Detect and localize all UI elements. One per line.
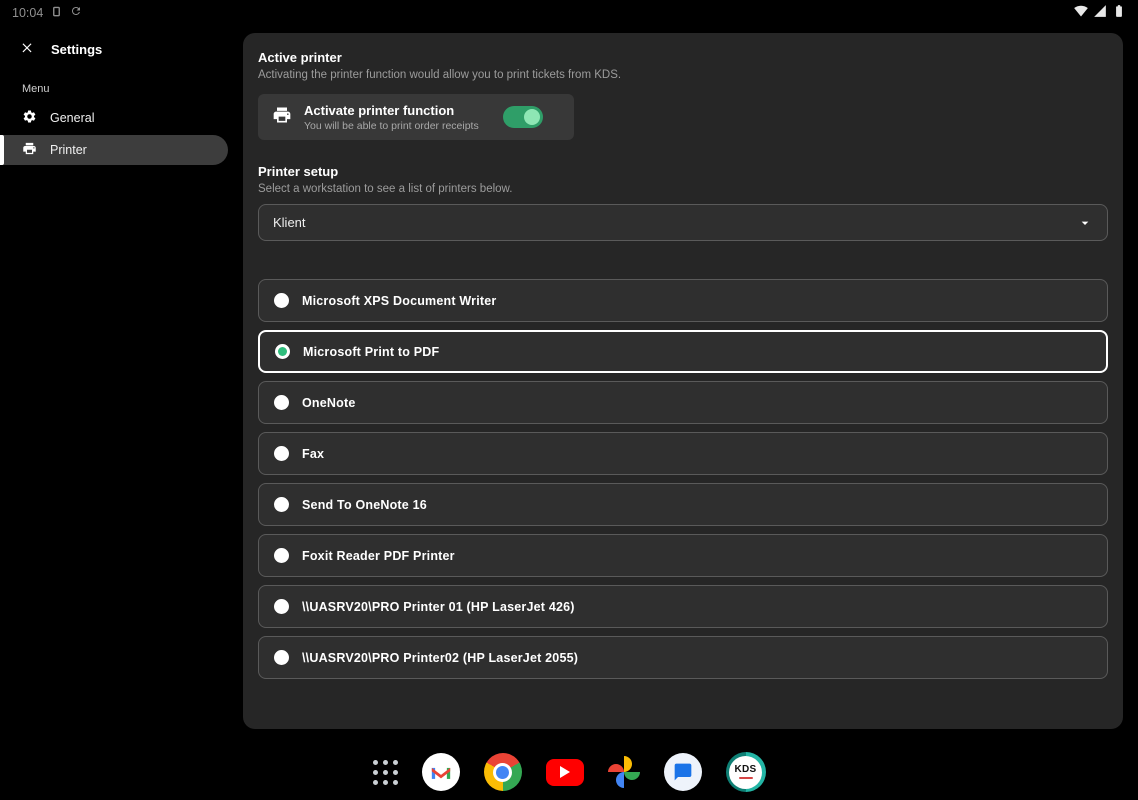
printer-list: Microsoft XPS Document Writer Microsoft … bbox=[258, 279, 1108, 679]
radio-icon bbox=[274, 497, 289, 512]
sidebar-item-label: General bbox=[50, 111, 95, 125]
printer-name: OneNote bbox=[302, 395, 356, 410]
radio-icon bbox=[274, 650, 289, 665]
radio-icon bbox=[274, 548, 289, 563]
printer-setup-title: Printer setup bbox=[258, 164, 339, 179]
radio-icon bbox=[275, 344, 290, 359]
printer-name: Send To OneNote 16 bbox=[302, 497, 427, 512]
tablet-screen: 10:04 Settings Menu General Printer Acti… bbox=[0, 0, 1138, 800]
wifi-icon bbox=[1074, 4, 1088, 23]
printer-settings-card: Active printer Activating the printer fu… bbox=[243, 33, 1123, 729]
printer-name: Foxit Reader PDF Printer bbox=[302, 548, 455, 563]
clock: 10:04 bbox=[12, 6, 44, 20]
printer-name: Microsoft Print to PDF bbox=[303, 344, 440, 359]
sidebar-item-printer[interactable]: Printer bbox=[0, 135, 228, 165]
sync-notification-icon bbox=[70, 4, 82, 22]
battery-icon bbox=[1112, 4, 1126, 23]
printer-icon bbox=[272, 105, 292, 130]
active-printer-title: Active printer bbox=[258, 50, 342, 65]
settings-sidebar: Settings Menu General Printer bbox=[0, 26, 232, 744]
sidebar-header: Settings bbox=[0, 26, 232, 59]
workstation-dropdown[interactable]: Klient bbox=[258, 204, 1108, 241]
sidebar-item-label: Printer bbox=[50, 143, 87, 157]
kds-app-subtext bbox=[738, 776, 753, 780]
printer-row[interactable]: Microsoft Print to PDF bbox=[258, 330, 1108, 373]
printer-function-toggle[interactable] bbox=[502, 106, 543, 128]
cellular-signal-icon bbox=[1093, 4, 1107, 23]
gmail-icon[interactable] bbox=[421, 753, 460, 791]
radio-icon bbox=[274, 599, 289, 614]
activate-printer-title: Activate printer function bbox=[304, 102, 455, 118]
kds-app-icon[interactable]: KDS bbox=[725, 752, 766, 792]
printer-name: Microsoft XPS Document Writer bbox=[302, 293, 497, 308]
photos-icon[interactable] bbox=[607, 756, 640, 788]
app-drawer-icon[interactable] bbox=[372, 759, 398, 785]
chrome-icon[interactable] bbox=[483, 753, 522, 791]
device-notification-icon bbox=[51, 4, 62, 22]
toggle-knob bbox=[523, 109, 540, 125]
printer-row[interactable]: Microsoft XPS Document Writer bbox=[258, 279, 1108, 322]
printer-row[interactable]: Send To OneNote 16 bbox=[258, 483, 1108, 526]
radio-selected-dot bbox=[278, 347, 287, 356]
sidebar-title: Settings bbox=[51, 42, 103, 57]
printer-row[interactable]: Fax bbox=[258, 432, 1108, 475]
chevron-down-icon bbox=[1077, 215, 1093, 231]
printer-name: \\UASRV20\PRO Printer 01 (HP LaserJet 42… bbox=[302, 599, 575, 614]
menu-section-label: Menu bbox=[22, 83, 50, 95]
printer-row[interactable]: OneNote bbox=[258, 381, 1108, 424]
printer-setup-subtitle: Select a workstation to see a list of pr… bbox=[258, 183, 513, 195]
printer-icon bbox=[22, 141, 37, 159]
radio-icon bbox=[274, 446, 289, 461]
taskbar: KDS bbox=[0, 744, 1138, 800]
workstation-dropdown-value: Klient bbox=[273, 215, 306, 230]
messages-icon[interactable] bbox=[663, 753, 702, 791]
kds-app-label: KDS bbox=[734, 763, 757, 775]
gear-icon bbox=[22, 109, 37, 127]
close-icon[interactable] bbox=[20, 40, 34, 59]
active-printer-subtitle: Activating the printer function would al… bbox=[258, 69, 622, 81]
status-bar: 10:04 bbox=[0, 0, 1138, 26]
printer-row[interactable]: \\UASRV20\PRO Printer02 (HP LaserJet 205… bbox=[258, 636, 1108, 679]
activate-printer-card[interactable]: Activate printer function You will be ab… bbox=[258, 94, 574, 140]
radio-icon bbox=[274, 395, 289, 410]
printer-name: \\UASRV20\PRO Printer02 (HP LaserJet 205… bbox=[302, 650, 579, 665]
printer-name: Fax bbox=[302, 446, 325, 461]
activate-printer-subtitle: You will be able to print order receipts bbox=[304, 119, 479, 132]
sidebar-item-general[interactable]: General bbox=[0, 103, 232, 133]
printer-row[interactable]: \\UASRV20\PRO Printer 01 (HP LaserJet 42… bbox=[258, 585, 1108, 628]
printer-row[interactable]: Foxit Reader PDF Printer bbox=[258, 534, 1108, 577]
youtube-icon[interactable] bbox=[545, 758, 584, 786]
radio-icon bbox=[274, 293, 289, 308]
